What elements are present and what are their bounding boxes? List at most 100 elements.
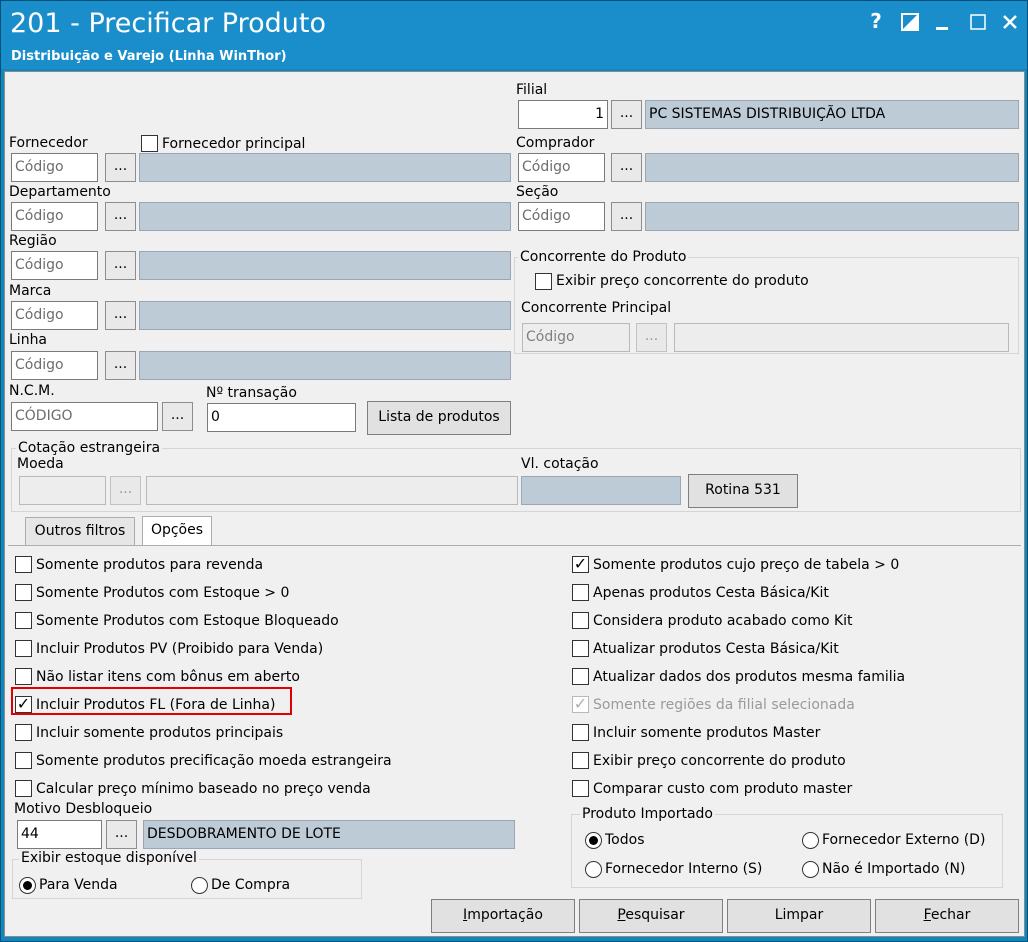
para-venda-label: Para Venda [39, 877, 118, 893]
tab-outros-filtros[interactable]: Outros filtros [25, 517, 135, 546]
option-checkbox[interactable] [572, 640, 589, 657]
cotacao-group-title: Cotação estrangeira [16, 440, 163, 456]
departamento-label: Departamento [9, 184, 111, 200]
option-checkbox[interactable] [15, 780, 32, 797]
linha-name-field [139, 351, 511, 380]
maximize-icon[interactable] [963, 7, 993, 37]
filial-lookup-button[interactable]: ... [611, 100, 642, 129]
linha-lookup-button[interactable]: ... [105, 351, 136, 380]
regiao-label: Região [9, 233, 57, 249]
tab-opcoes[interactable]: Opções [142, 516, 212, 546]
motivo-name-field: DESDOBRAMENTO DE LOTE [143, 820, 515, 849]
option-checkbox[interactable] [572, 724, 589, 741]
vl-cotacao-field [521, 476, 681, 505]
option-label: Comparar custo com produto master [593, 781, 853, 797]
filial-code-input[interactable]: 1 [518, 100, 608, 129]
pesquisar-button[interactable]: Pesquisar [579, 899, 723, 933]
lista-produtos-button[interactable]: Lista de produtos [367, 401, 511, 435]
ncm-lookup-button[interactable]: ... [162, 402, 193, 431]
option-checkbox[interactable] [15, 752, 32, 769]
option-checkbox[interactable] [572, 612, 589, 629]
estoque-group-title: Exibir estoque disponível [19, 850, 199, 866]
option-checkbox[interactable] [572, 668, 589, 685]
limpar-button[interactable]: Limpar [727, 899, 871, 933]
title-bar: 201 - Precificar Produto Distribuição e … [1, 1, 1027, 69]
nao-importado-label: Não é Importado (N) [822, 861, 966, 877]
secao-code-input[interactable]: Código [518, 202, 605, 231]
close-icon[interactable] [995, 7, 1025, 37]
regiao-name-field [139, 251, 511, 280]
fornecedor-name-field [139, 153, 511, 182]
marca-name-field [139, 301, 511, 330]
fornecedor-externo-radio[interactable] [802, 832, 819, 849]
nao-importado-radio[interactable] [802, 861, 819, 878]
concorrente-code-input[interactable]: Código [522, 323, 630, 352]
fornecedor-interno-radio[interactable] [585, 861, 602, 878]
option-label: Atualizar dados dos produtos mesma famil… [593, 669, 906, 685]
fornecedor-principal-label: Fornecedor principal [162, 136, 306, 152]
restore-icon[interactable] [895, 7, 925, 37]
linha-code-input[interactable]: Código [11, 351, 98, 380]
option-checkbox[interactable] [15, 612, 32, 629]
option-checkbox[interactable] [15, 584, 32, 601]
fornecedor-principal-checkbox[interactable] [141, 135, 158, 152]
concorrente-name-field [674, 323, 1009, 352]
option-checkbox[interactable] [572, 752, 589, 769]
option-label: Incluir somente produtos Master [593, 725, 821, 741]
option-checkbox[interactable]: ✓ [572, 556, 589, 573]
marca-code-input[interactable]: Código [11, 301, 98, 330]
importacao-button[interactable]: Importação [431, 899, 575, 933]
fornecedor-lookup-button[interactable]: ... [105, 153, 136, 182]
de-compra-radio[interactable] [191, 877, 208, 894]
comprador-lookup-button[interactable]: ... [611, 153, 642, 182]
option-label: Somente Produtos com Estoque > 0 [36, 585, 290, 601]
fornecedor-label: Fornecedor [9, 135, 88, 151]
fechar-button[interactable]: Fechar [875, 899, 1019, 933]
motivo-lookup-button[interactable]: ... [106, 820, 137, 849]
moeda-label: Moeda [17, 456, 64, 472]
exibir-concorrente-checkbox[interactable] [535, 273, 552, 290]
filial-name-field: PC SISTEMAS DISTRIBUIÇÃO LTDA [645, 100, 1019, 129]
todos-radio[interactable] [585, 832, 602, 849]
comprador-code-input[interactable]: Código [518, 153, 605, 182]
fornecedor-code-input[interactable]: Código [11, 153, 98, 182]
regiao-lookup-button[interactable]: ... [105, 251, 136, 280]
option-label: Calcular preço mínimo baseado no preço v… [36, 781, 371, 797]
option-label: Incluir somente produtos principais [36, 725, 284, 741]
marca-label: Marca [9, 283, 52, 299]
option-label: Atualizar produtos Cesta Básica/Kit [593, 641, 839, 657]
form-client-area: Filial 1 ... PC SISTEMAS DISTRIBUIÇÃO LT… [4, 71, 1025, 937]
ncm-code-input[interactable]: CÓDIGO [11, 402, 158, 431]
motivo-label: Motivo Desbloqueio [14, 801, 153, 817]
departamento-lookup-button[interactable]: ... [105, 202, 136, 231]
marca-lookup-button[interactable]: ... [105, 301, 136, 330]
option-label: Somente produtos para revenda [36, 557, 264, 573]
transacao-input[interactable]: 0 [207, 403, 356, 432]
option-label: Somente Produtos com Estoque Bloqueado [36, 613, 339, 629]
comprador-name-field [645, 153, 1019, 182]
tab-divider [8, 545, 1021, 546]
option-checkbox[interactable] [572, 584, 589, 601]
secao-lookup-button[interactable]: ... [611, 202, 642, 231]
option-label: Somente regiões da filial selecionada [593, 697, 855, 713]
help-icon[interactable]: ? [861, 7, 891, 37]
option-checkbox[interactable]: ✓ [572, 696, 589, 713]
departamento-code-input[interactable]: Código [11, 202, 98, 231]
moeda-lookup-button[interactable]: ... [110, 476, 141, 505]
comprador-label: Comprador [516, 135, 595, 151]
fechar-rest: echar [930, 907, 971, 923]
option-checkbox[interactable] [15, 668, 32, 685]
option-checkbox[interactable] [572, 780, 589, 797]
regiao-code-input[interactable]: Código [11, 251, 98, 280]
rotina-531-button[interactable]: Rotina 531 [688, 474, 798, 508]
pesquisar-rest: esquisar [625, 907, 685, 923]
option-checkbox[interactable] [15, 640, 32, 657]
concorrente-lookup-button[interactable]: ... [636, 323, 667, 352]
motivo-code-input[interactable]: 44 [17, 820, 102, 849]
option-checkbox[interactable] [15, 556, 32, 573]
transacao-label: Nº transação [206, 385, 297, 401]
minimize-icon[interactable] [927, 7, 957, 37]
option-checkbox[interactable] [15, 724, 32, 741]
para-venda-radio[interactable] [19, 877, 36, 894]
moeda-code-input[interactable] [19, 476, 106, 505]
